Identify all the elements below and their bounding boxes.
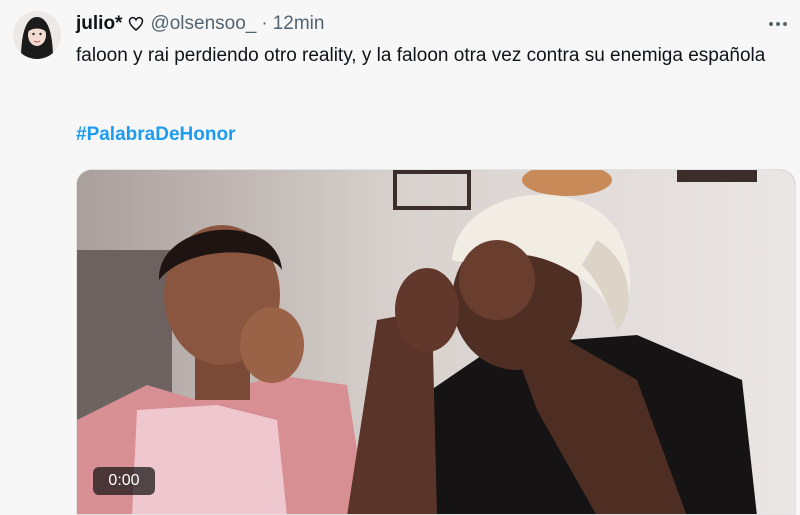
hashtag-link[interactable]: #PalabraDeHonor	[76, 124, 235, 146]
avatar-photo	[13, 11, 61, 59]
author-handle[interactable]: @olsensoo_	[150, 13, 256, 35]
more-horizontal-icon	[769, 22, 787, 26]
video-frame	[77, 170, 795, 514]
tweet-text: faloon y rai perdiendo otro reality, y l…	[76, 45, 766, 66]
author-display-name[interactable]: julio*	[76, 13, 122, 35]
header-separator: ·	[261, 13, 268, 34]
video-duration-badge: 0:00	[93, 467, 155, 495]
tweet-header: julio* @olsensoo_ · 12min	[76, 12, 324, 36]
heart-outline-emoji-icon	[128, 16, 144, 32]
more-button[interactable]	[766, 14, 790, 34]
avatar[interactable]	[13, 11, 61, 59]
video-player[interactable]: 0:00	[76, 169, 796, 515]
tweet-timestamp[interactable]: 12min	[273, 13, 325, 35]
